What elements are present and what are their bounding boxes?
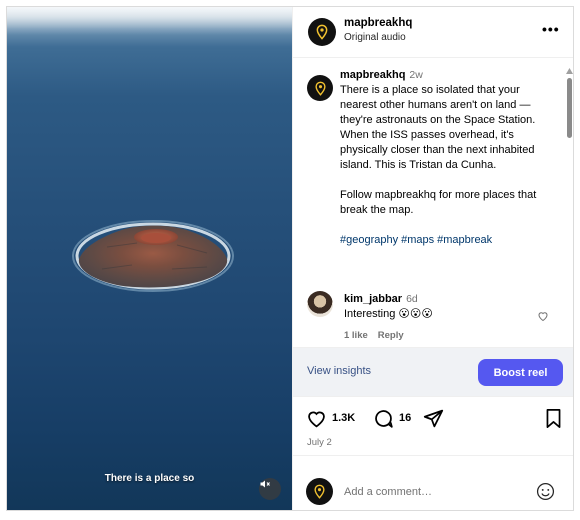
speaker-muted-icon (260, 480, 270, 488)
comment-time: 6d (406, 293, 418, 305)
boost-reel-button[interactable]: Boost reel (478, 359, 563, 386)
details-panel: mapbreakhq Original audio ••• mapbreakhq… (292, 7, 573, 510)
likes-count[interactable]: 1.3K (332, 412, 355, 424)
hashtag-list: #geography #maps #mapbreak (340, 233, 550, 248)
like-heart-icon[interactable] (306, 408, 327, 429)
island-scene (7, 7, 292, 292)
map-pin-icon (314, 81, 326, 96)
commenter-username[interactable]: kim_jabbar (344, 293, 402, 305)
comment-text: Interesting 😮😮😮 (344, 308, 433, 320)
author-avatar[interactable] (308, 18, 336, 46)
emoji-smiley-icon[interactable] (536, 482, 555, 501)
commenter-avatar[interactable] (307, 291, 333, 317)
video-caption: There is a place so (104, 473, 195, 484)
caption-author-avatar[interactable] (307, 75, 333, 101)
comment-bubble-icon[interactable] (373, 408, 394, 429)
caption-follow-text: Follow mapbreakhq for more places that b… (340, 189, 537, 216)
header-username[interactable]: mapbreakhq (344, 17, 412, 29)
comments-count[interactable]: 16 (399, 412, 411, 424)
share-paper-plane-icon[interactable] (423, 408, 444, 429)
more-options-button[interactable]: ••• (542, 21, 560, 37)
comment-item: kim_jabbar 6d Interesting 😮😮😮 1 like Reply (344, 292, 544, 343)
map-pin-icon (316, 24, 328, 40)
reel-dialog: There is a place so mapbreakhq Original … (6, 6, 574, 511)
hashtag-link[interactable]: #mapbreak (437, 234, 492, 246)
post-header: mapbreakhq Original audio ••• (293, 7, 573, 58)
comments-section: mapbreakhq 2w There is a place so isolate… (293, 58, 573, 346)
caption-time: 2w (409, 69, 423, 81)
insights-bar: View insights Boost reel (293, 347, 573, 397)
mute-button[interactable] (259, 478, 281, 500)
map-pin-icon (314, 484, 325, 499)
add-comment-bar (293, 455, 573, 510)
comments-scrollbar[interactable] (566, 68, 573, 346)
comment-input[interactable] (344, 486, 514, 498)
reply-button[interactable]: Reply (378, 330, 404, 341)
action-bar: 1.3K 16 July 2 (293, 397, 573, 452)
scrollbar-thumb[interactable] (567, 78, 572, 138)
view-insights-link[interactable]: View insights (307, 365, 371, 377)
audio-label[interactable]: Original audio (344, 32, 406, 43)
hashtag-link[interactable]: #geography (340, 234, 398, 246)
save-bookmark-icon[interactable] (544, 408, 563, 429)
reel-video[interactable]: There is a place so (7, 7, 292, 510)
comment-like-button[interactable] (537, 309, 549, 327)
post-date: July 2 (307, 437, 332, 448)
post-caption: mapbreakhq 2w There is a place so isolate… (340, 68, 550, 248)
heart-icon (538, 312, 548, 322)
comment-likes-count[interactable]: 1 like (344, 330, 368, 341)
caption-username[interactable]: mapbreakhq (340, 69, 405, 81)
hashtag-link[interactable]: #maps (401, 234, 434, 246)
caption-text: There is a place so isolated that your n… (340, 84, 536, 171)
current-user-avatar (306, 478, 333, 505)
scroll-up-icon[interactable] (566, 68, 573, 74)
